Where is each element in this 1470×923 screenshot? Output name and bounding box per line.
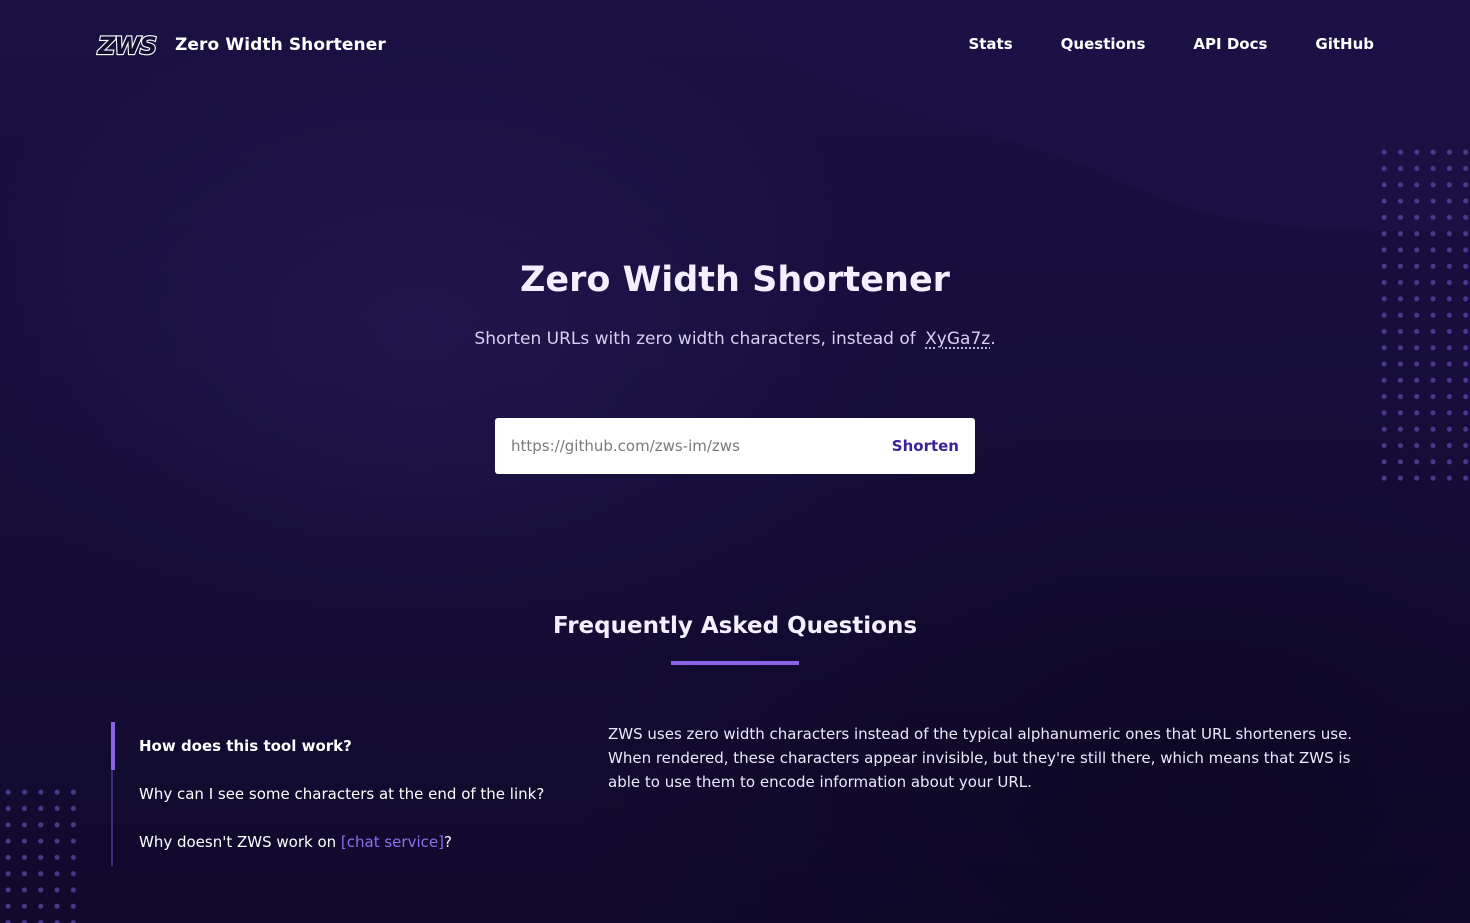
faq-title: Frequently Asked Questions [552,613,918,639]
faq-title-underline [671,661,799,665]
site-header: ZWS Zero Width Shortener Stats Questions… [0,0,1470,90]
faq-question-list: How does this tool work? Why can I see s… [111,722,553,866]
hero-subtitle-suffix: . [990,329,996,349]
faq-answer: ZWS uses zero width characters instead o… [608,725,1353,791]
hero-title: Zero Width Shortener [520,260,950,300]
nav-questions[interactable]: Questions [1061,34,1146,54]
hero-subtitle-text: Shorten URLs with zero width characters,… [474,329,916,349]
faq-question-visible-characters[interactable]: Why can I see some characters at the end… [113,770,553,818]
shorten-form: Shorten [495,418,975,474]
faq-question-chat-service-suffix: ? [443,833,452,851]
url-input[interactable] [495,418,880,474]
hero-subtitle: Shorten URLs with zero width characters,… [0,327,1470,351]
chat-service-placeholder: [chat service] [340,833,444,851]
main-nav: Stats Questions API Docs GitHub [968,34,1374,54]
brand-link[interactable]: ZWS Zero Width Shortener [95,31,386,59]
nav-api-docs[interactable]: API Docs [1193,34,1267,54]
faq-question-how-it-works[interactable]: How does this tool work? [111,722,553,770]
zws-logo-icon: ZWS [96,31,158,59]
shorten-button[interactable]: Shorten [880,418,975,474]
dot-pattern-left [0,784,86,923]
faq-question-chat-service[interactable]: Why doesn't ZWS work on [chat service]? [113,818,553,866]
brand-name: Zero Width Shortener [175,35,386,55]
nav-stats[interactable]: Stats [968,34,1012,54]
dot-pattern-right [1376,144,1470,484]
hero-example-code: XyGa7z [925,329,991,349]
nav-github[interactable]: GitHub [1315,34,1374,54]
faq-question-chat-service-prefix: Why doesn't ZWS work on [139,833,341,851]
logo-text: ZWS [97,32,156,59]
